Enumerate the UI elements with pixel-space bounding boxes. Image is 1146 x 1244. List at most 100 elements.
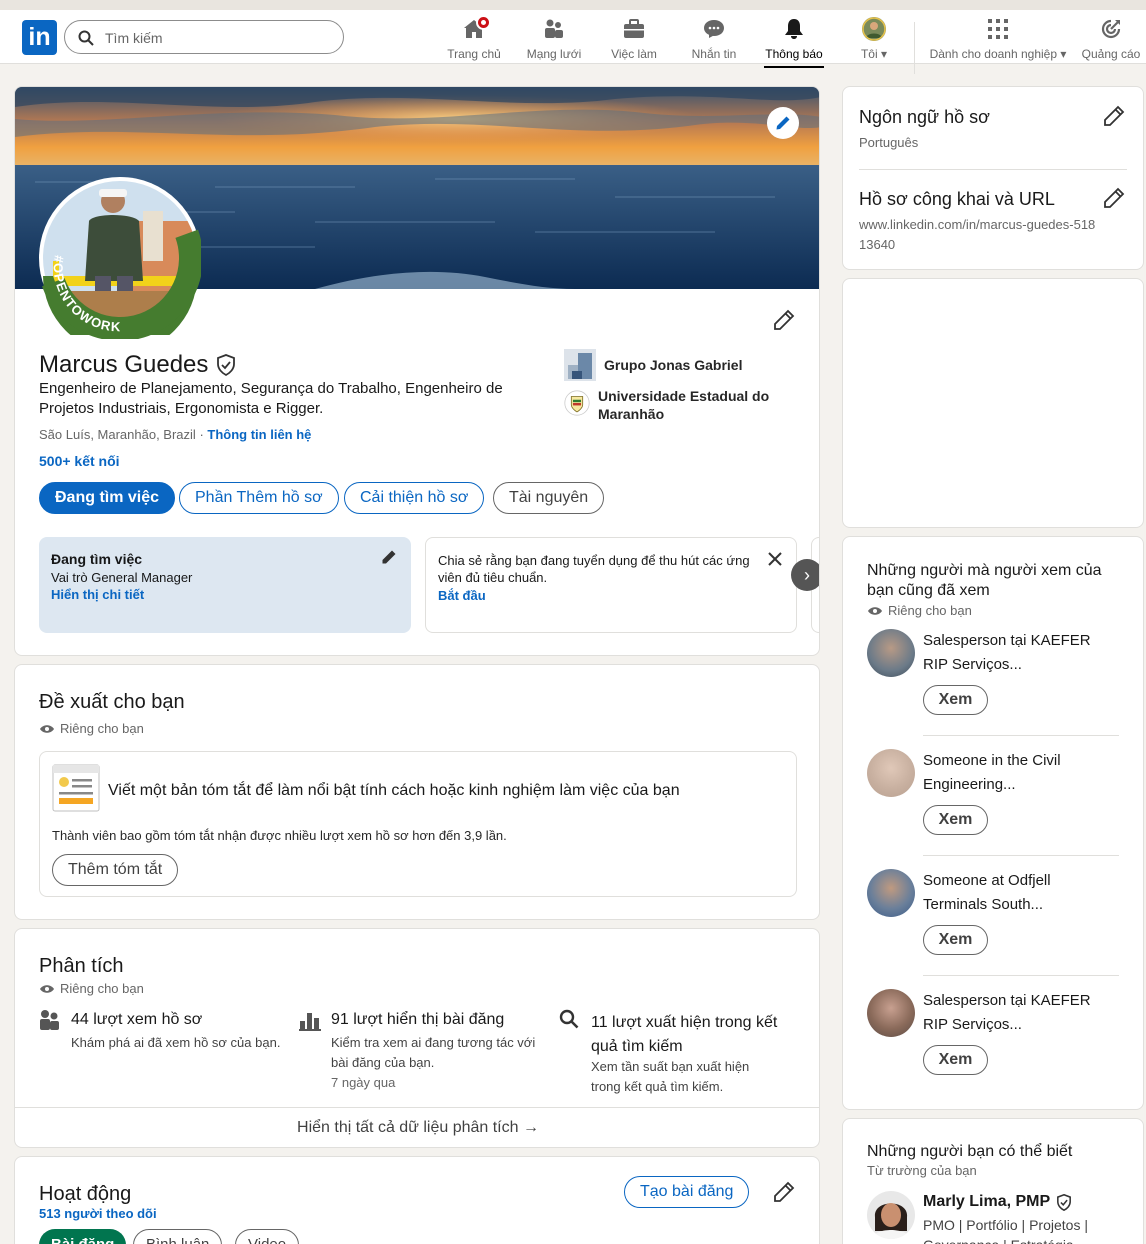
divider bbox=[859, 169, 1127, 170]
search-box[interactable] bbox=[64, 20, 344, 54]
private-label: Riêng cho bạn bbox=[60, 721, 144, 736]
education-school[interactable]: Universidade Estadual do Maranhão bbox=[564, 387, 794, 423]
followers-link[interactable]: 513 người theo dõi bbox=[39, 1206, 157, 1221]
private-indicator: Riêng cho bạn bbox=[39, 981, 144, 996]
company-logo bbox=[564, 349, 596, 381]
create-post-button[interactable]: Tạo bài đăng bbox=[624, 1176, 750, 1208]
nav-for-business-label: Dành cho doanh nghiệp ▾ bbox=[929, 47, 1067, 61]
carousel-next-button[interactable]: › bbox=[791, 559, 819, 591]
activity-tab-videos[interactable]: Video bbox=[235, 1229, 300, 1244]
nav-advertise[interactable]: Quảng cáo bbox=[1080, 16, 1142, 62]
analytics-item-period: 7 ngày qua bbox=[331, 1075, 396, 1090]
view-button[interactable]: Xem bbox=[923, 925, 988, 955]
svg-text:#OPENTOWORK: #OPENTOWORK bbox=[51, 254, 122, 334]
nav-for-business[interactable]: Dành cho doanh nghiệp ▾ bbox=[926, 16, 1070, 62]
profile-settings-card: Ngôn ngữ hồ sơ Português Hồ sơ công khai… bbox=[842, 86, 1144, 270]
pencil-icon[interactable] bbox=[381, 549, 397, 565]
pencil-icon[interactable] bbox=[1103, 105, 1125, 127]
close-icon[interactable] bbox=[768, 552, 782, 566]
show-details-link[interactable]: Hiển thị chi tiết bbox=[51, 587, 399, 602]
blurred-avatar[interactable] bbox=[867, 629, 915, 677]
nav-home[interactable]: Trang chủ bbox=[446, 15, 502, 62]
profile-headline: Engenheiro de Planejamento, Segurança do… bbox=[39, 380, 503, 417]
blurred-avatar[interactable] bbox=[867, 989, 915, 1037]
view-button[interactable]: Xem bbox=[923, 1045, 988, 1075]
nav-jobs-label: Việc làm bbox=[611, 47, 657, 61]
pencil-icon[interactable] bbox=[773, 1181, 795, 1203]
linkedin-logo[interactable]: in bbox=[22, 20, 57, 55]
pencil-icon[interactable] bbox=[1103, 187, 1125, 209]
nav-jobs[interactable]: Việc làm bbox=[608, 16, 660, 62]
pymk-person-row[interactable]: Marly Lima, PMP bbox=[923, 1193, 1072, 1211]
viewer-headline[interactable]: Someone at Odfjell Terminals South... bbox=[923, 869, 1103, 917]
open-to-work-ring: #OPENTOWORK bbox=[42, 229, 201, 339]
private-indicator: Riêng cho bạn bbox=[867, 603, 972, 618]
global-nav: in Trang chủ Mạng lưới Việc làm Nhắn tin… bbox=[0, 10, 1146, 74]
pencil-icon bbox=[776, 116, 790, 130]
nav-me[interactable]: Tôi ▾ bbox=[854, 16, 894, 62]
viewer-headline[interactable]: Salesperson tại KAEFER RIP Serviços... bbox=[923, 989, 1103, 1037]
analytics-item-desc: Kiểm tra xem ai đang tương tác với bài đ… bbox=[331, 1035, 536, 1070]
enhance-profile-button[interactable]: Cải thiện hồ sơ bbox=[344, 482, 485, 514]
browser-strip bbox=[0, 0, 1146, 10]
profile-photo[interactable]: #OPENTOWORK bbox=[39, 177, 201, 353]
bar-chart-icon bbox=[299, 1013, 321, 1031]
edit-cover-button[interactable] bbox=[767, 107, 799, 139]
analytics-item-title: 91 lượt hiển thị bài đăng bbox=[331, 1011, 505, 1028]
briefcase-icon bbox=[624, 19, 644, 38]
divider bbox=[923, 855, 1119, 856]
hiring-card[interactable]: Chia sẻ rằng bạn đang tuyển dụng để thu … bbox=[425, 537, 797, 633]
get-started-link[interactable]: Bắt đầu bbox=[438, 588, 784, 603]
nav-me-label: Tôi ▾ bbox=[860, 47, 888, 61]
people-icon bbox=[40, 1010, 59, 1030]
avatar bbox=[862, 17, 886, 41]
nav-notifications[interactable]: Thông báo bbox=[764, 16, 824, 68]
location-row: São Luís, Maranhão, Brazil · Thông tin l… bbox=[39, 427, 311, 442]
also-viewed-title: Những người mà người xem của bạn cũng đã… bbox=[867, 562, 1102, 599]
current-company[interactable]: Grupo Jonas Gabriel bbox=[564, 349, 794, 381]
profile-language-value: Português bbox=[859, 135, 919, 150]
viewer-headline[interactable]: Salesperson tại KAEFER RIP Serviços... bbox=[923, 629, 1103, 677]
search-input[interactable] bbox=[105, 27, 325, 49]
edit-intro-pencil-icon[interactable] bbox=[773, 309, 795, 331]
profile-language-title: Ngôn ngữ hồ sơ bbox=[859, 107, 990, 127]
public-profile-title: Hồ sơ công khai và URL bbox=[859, 189, 1055, 209]
add-summary-button[interactable]: Thêm tóm tắt bbox=[52, 854, 179, 886]
analytics-item-title: 11 lượt xuất hiện trong kết quả tìm kiếm bbox=[591, 1014, 778, 1055]
name-row: Marcus Guedes bbox=[39, 351, 236, 379]
resources-button[interactable]: Tài nguyên bbox=[493, 482, 605, 514]
pymk-avatar[interactable] bbox=[867, 1191, 915, 1239]
nav-network[interactable]: Mạng lưới bbox=[524, 16, 584, 62]
nav-messaging[interactable]: Nhắn tin bbox=[688, 16, 740, 62]
nav-separator bbox=[914, 22, 915, 74]
view-button[interactable]: Xem bbox=[923, 805, 988, 835]
activity-tab-comments[interactable]: Bình luận bbox=[133, 1229, 223, 1244]
open-to-button[interactable]: Đang tìm việc bbox=[39, 482, 176, 514]
school-name: Universidade Estadual do Maranhão bbox=[598, 388, 770, 422]
bell-icon bbox=[785, 19, 803, 39]
nav-messaging-label: Nhắn tin bbox=[691, 47, 737, 61]
eye-icon bbox=[40, 984, 54, 993]
nav-network-label: Mạng lưới bbox=[526, 47, 582, 61]
location-text: São Luís, Maranhão, Brazil bbox=[39, 427, 196, 442]
profile-name: Marcus Guedes bbox=[39, 351, 209, 378]
show-all-analytics-link[interactable]: Hiển thị tất cả dữ liệu phân tích → bbox=[15, 1119, 819, 1137]
blurred-avatar[interactable] bbox=[867, 749, 915, 797]
blurred-avatar[interactable] bbox=[867, 869, 915, 917]
private-label: Riêng cho bạn bbox=[60, 981, 144, 996]
viewer-headline[interactable]: Someone in the Civil Engineering... bbox=[923, 749, 1103, 797]
add-profile-section-button[interactable]: Phần Thêm hồ sơ bbox=[179, 482, 339, 514]
view-button[interactable]: Xem bbox=[923, 685, 988, 715]
activity-title: Hoạt động bbox=[39, 1183, 132, 1205]
contact-info-link[interactable]: Thông tin liên hệ bbox=[207, 427, 311, 442]
verified-shield-icon[interactable] bbox=[216, 354, 236, 376]
nav-home-label: Trang chủ bbox=[447, 47, 501, 61]
public-profile-url[interactable]: www.linkedin.com/in/marcus-guedes-518136… bbox=[859, 215, 1099, 255]
location-separator: · bbox=[199, 427, 204, 442]
divider bbox=[923, 975, 1119, 976]
connections-link[interactable]: 500+ kết nối bbox=[39, 453, 120, 469]
open-to-work-card[interactable]: Đang tìm việc Vai trò General Manager Hi… bbox=[39, 537, 411, 633]
suggestion-desc: Thành viên bao gồm tóm tắt nhận được nhi… bbox=[52, 828, 507, 843]
activity-tab-posts[interactable]: Bài đăng bbox=[39, 1229, 127, 1244]
eye-icon bbox=[40, 724, 54, 733]
